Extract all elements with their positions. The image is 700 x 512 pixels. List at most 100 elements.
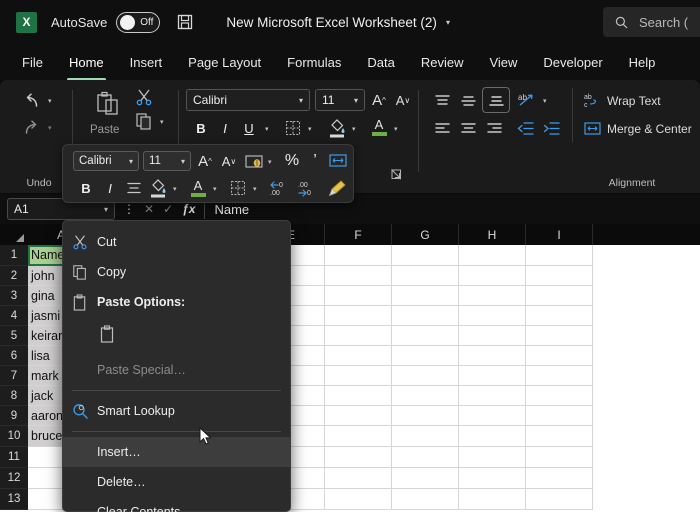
mini-format-painter-icon[interactable] — [325, 177, 349, 199]
enter-icon[interactable]: ✓ — [163, 202, 173, 216]
cell-g13[interactable] — [392, 489, 459, 510]
accounting-format-caret-icon[interactable]: ▾ — [268, 158, 272, 166]
tab-developer[interactable]: Developer — [541, 51, 604, 74]
context-menu-item-insert[interactable]: Insert… — [63, 437, 290, 467]
paste-keep-source-icon[interactable] — [99, 324, 116, 348]
cell-g4[interactable] — [392, 306, 459, 326]
font-color-dropdown-caret-icon[interactable]: ▾ — [394, 125, 398, 133]
cell-f8[interactable] — [325, 386, 392, 406]
tab-home[interactable]: Home — [66, 51, 106, 81]
row-header-9[interactable]: 9 — [0, 406, 28, 426]
tab-page-layout[interactable]: Page Layout — [186, 51, 263, 74]
row-header-8[interactable]: 8 — [0, 386, 28, 406]
cell-f10[interactable] — [325, 426, 392, 447]
paste-icon[interactable] — [90, 88, 126, 122]
cell-g2[interactable] — [392, 266, 459, 286]
insert-function-icon[interactable]: ƒx — [182, 202, 195, 216]
wrap-text-icon[interactable]: ab c — [582, 90, 602, 110]
row-header-3[interactable]: 3 — [0, 286, 28, 306]
cell-g7[interactable] — [392, 366, 459, 386]
select-all-corner[interactable] — [0, 224, 28, 245]
underline-dropdown-caret-icon[interactable]: ▾ — [265, 125, 269, 133]
cell-h1[interactable] — [459, 245, 526, 266]
cell-g3[interactable] — [392, 286, 459, 306]
mini-grow-font-icon[interactable]: A ^ — [194, 150, 216, 172]
mini-shrink-font-icon[interactable]: A ∨ — [218, 150, 240, 172]
cell-g6[interactable] — [392, 346, 459, 366]
cell-i4[interactable] — [526, 306, 593, 326]
font-size-combo[interactable]: 11 ▾ — [315, 89, 365, 111]
cell-f5[interactable] — [325, 326, 392, 346]
cell-f4[interactable] — [325, 306, 392, 326]
cell-h12[interactable] — [459, 468, 526, 489]
context-menu-item-cut[interactable]: Cut — [63, 227, 290, 257]
row-header-10[interactable]: 10 — [0, 426, 28, 447]
column-header-f[interactable]: F — [325, 224, 392, 245]
cell-i5[interactable] — [526, 326, 593, 346]
redo-dropdown-caret-icon[interactable]: ▾ — [48, 124, 52, 132]
row-header-6[interactable]: 6 — [0, 346, 28, 366]
cell-i1[interactable] — [526, 245, 593, 266]
search-box[interactable]: Search ( — [603, 7, 700, 37]
borders-dropdown-caret-icon[interactable]: ▾ — [308, 125, 312, 133]
context-menu-item-smart-lookup[interactable]: Smart Lookup — [63, 396, 290, 426]
align-right-icon[interactable] — [482, 117, 506, 139]
tab-view[interactable]: View — [487, 51, 519, 74]
bold-button[interactable]: B — [190, 117, 212, 139]
accounting-number-format-icon[interactable] — [243, 151, 265, 171]
mini-merge-center-icon[interactable] — [327, 151, 349, 171]
cell-f12[interactable] — [325, 468, 392, 489]
cell-i2[interactable] — [526, 266, 593, 286]
document-title[interactable]: New Microsoft Excel Worksheet (2) — [226, 15, 437, 30]
more-options-icon[interactable]: ⋮ — [123, 202, 135, 216]
borders-icon[interactable] — [282, 117, 304, 139]
cell-h3[interactable] — [459, 286, 526, 306]
cell-i9[interactable] — [526, 406, 593, 426]
cell-g10[interactable] — [392, 426, 459, 447]
decrease-indent-icon[interactable] — [514, 117, 538, 139]
increase-decimal-icon[interactable]: .00 0 — [295, 177, 321, 199]
cell-h6[interactable] — [459, 346, 526, 366]
tab-insert[interactable]: Insert — [128, 51, 165, 74]
cell-g9[interactable] — [392, 406, 459, 426]
wrap-text-label[interactable]: Wrap Text — [607, 94, 661, 108]
cell-h11[interactable] — [459, 447, 526, 468]
tab-file[interactable]: File — [20, 51, 45, 74]
orientation-dropdown-caret-icon[interactable]: ▾ — [543, 97, 547, 105]
cell-g8[interactable] — [392, 386, 459, 406]
copy-icon[interactable] — [132, 110, 156, 132]
text-orientation-icon[interactable]: ab — [515, 89, 539, 111]
column-header-h[interactable]: H — [459, 224, 526, 245]
tab-data[interactable]: Data — [365, 51, 396, 74]
merge-center-label[interactable]: Merge & Center — [607, 122, 692, 136]
row-header-11[interactable]: 11 — [0, 447, 28, 468]
align-top-icon[interactable] — [430, 89, 454, 111]
merge-center-icon[interactable] — [582, 118, 602, 138]
italic-button[interactable]: I — [214, 117, 236, 139]
cell-h8[interactable] — [459, 386, 526, 406]
mini-borders-caret-icon[interactable]: ▾ — [253, 185, 257, 193]
mini-font-name-combo[interactable]: Calibri ▾ — [73, 151, 139, 171]
cell-f7[interactable] — [325, 366, 392, 386]
cell-h5[interactable] — [459, 326, 526, 346]
fill-color-icon[interactable] — [326, 116, 348, 140]
grow-font-icon[interactable]: A ^ — [368, 89, 390, 111]
paste-button-label[interactable]: Paste — [90, 124, 119, 136]
cell-f11[interactable] — [325, 447, 392, 468]
mini-fill-color-icon[interactable] — [147, 176, 169, 200]
font-color-icon[interactable]: A — [368, 114, 390, 140]
row-header-4[interactable]: 4 — [0, 306, 28, 326]
row-header-2[interactable]: 2 — [0, 266, 28, 286]
cell-h10[interactable] — [459, 426, 526, 447]
context-menu-item-clear-contents[interactable]: Clear Contents — [63, 497, 290, 512]
name-box-caret-icon[interactable]: ▾ — [104, 205, 108, 214]
cell-i11[interactable] — [526, 447, 593, 468]
cell-g1[interactable] — [392, 245, 459, 266]
cell-f13[interactable] — [325, 489, 392, 510]
title-dropdown-caret-icon[interactable]: ▾ — [446, 18, 450, 27]
row-header-7[interactable]: 7 — [0, 366, 28, 386]
mini-borders-icon[interactable] — [227, 177, 249, 199]
mini-font-size-combo[interactable]: 11 ▾ — [143, 151, 191, 171]
comma-style-button[interactable]: ’ — [305, 150, 325, 172]
tab-help[interactable]: Help — [627, 51, 658, 74]
